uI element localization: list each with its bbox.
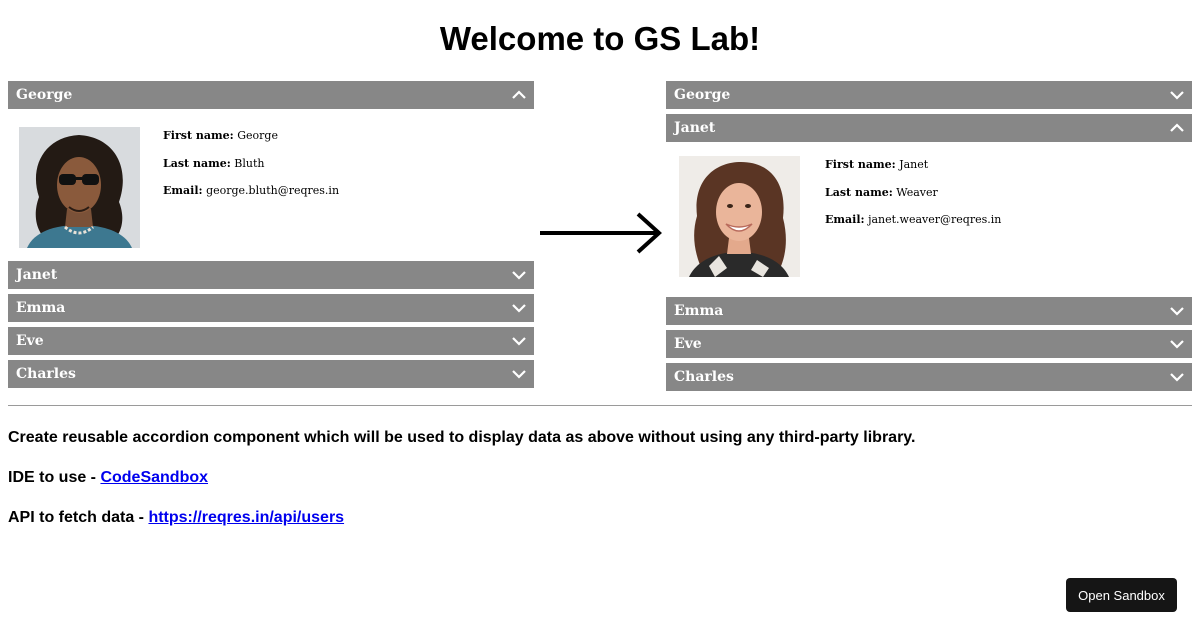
- email-value: george.bluth@reqres.in: [206, 184, 340, 197]
- email-label: Email:: [163, 184, 203, 197]
- accordion-header-label: Janet: [16, 267, 58, 283]
- accordion-header-emma[interactable]: Emma: [8, 294, 534, 322]
- first-name-row: First name: Janet: [825, 158, 1001, 186]
- codesandbox-link[interactable]: CodeSandbox: [100, 469, 208, 486]
- chevron-down-icon: [512, 304, 526, 313]
- avatar: [679, 156, 800, 277]
- user-details: First name: Janet Last name: Weaver Emai…: [825, 158, 1001, 241]
- accordion-header-janet[interactable]: Janet: [8, 261, 534, 289]
- accordion-panel-george: First name: George Last name: Bluth Emai…: [8, 109, 534, 261]
- last-name-label: Last name:: [825, 185, 893, 199]
- accordion-header-george[interactable]: George: [666, 81, 1192, 109]
- email-row: Email: george.bluth@reqres.in: [163, 184, 339, 212]
- ide-line: IDE to use - CodeSandbox: [8, 468, 915, 488]
- accordion-header-label: Eve: [674, 336, 702, 352]
- divider: [8, 405, 1192, 406]
- chevron-down-icon: [1170, 91, 1184, 100]
- accordion-header-janet[interactable]: Janet: [666, 114, 1192, 142]
- chevron-down-icon: [1170, 307, 1184, 316]
- arrow-right-icon: [540, 212, 662, 254]
- chevron-up-icon: [1170, 123, 1184, 132]
- first-name-label: First name:: [163, 129, 234, 142]
- last-name-row: Last name: Weaver: [825, 186, 1001, 214]
- email-row: Email: janet.weaver@reqres.in: [825, 213, 1001, 241]
- avatar: [19, 127, 140, 248]
- api-prefix: API to fetch data -: [8, 509, 149, 526]
- accordion-header-label: George: [674, 87, 731, 103]
- last-name-row: Last name: Bluth: [163, 157, 339, 185]
- chevron-down-icon: [1170, 373, 1184, 382]
- accordion-header-charles[interactable]: Charles: [8, 360, 534, 388]
- chevron-down-icon: [512, 370, 526, 379]
- chevron-down-icon: [512, 337, 526, 346]
- first-name-row: First name: George: [163, 129, 339, 157]
- accordion-header-charles[interactable]: Charles: [666, 363, 1192, 391]
- email-label: Email:: [825, 213, 865, 226]
- last-name-value: Bluth: [234, 156, 265, 170]
- last-name-value: Weaver: [896, 185, 938, 199]
- accordion-header-eve[interactable]: Eve: [8, 327, 534, 355]
- accordion-header-label: Eve: [16, 333, 44, 349]
- accordion-left: George First name: George Last name: Blu…: [8, 81, 534, 393]
- first-name-label: First name:: [825, 158, 896, 171]
- accordion-right: George Janet First name: Janet Last name…: [666, 81, 1192, 396]
- accordion-header-label: George: [16, 87, 73, 103]
- api-link[interactable]: https://reqres.in/api/users: [148, 509, 344, 526]
- accordion-header-label: Emma: [16, 300, 66, 316]
- task-description: Create reusable accordion component whic…: [8, 428, 915, 548]
- chevron-down-icon: [1170, 340, 1184, 349]
- chevron-down-icon: [512, 271, 526, 280]
- ide-prefix: IDE to use -: [8, 469, 101, 486]
- api-line: API to fetch data - https://reqres.in/ap…: [8, 508, 915, 528]
- accordion-header-eve[interactable]: Eve: [666, 330, 1192, 358]
- first-name-value: George: [237, 129, 278, 142]
- accordion-panel-janet: First name: Janet Last name: Weaver Emai…: [666, 142, 1192, 297]
- accordion-header-label: Emma: [674, 303, 724, 319]
- accordion-header-label: Janet: [674, 120, 716, 136]
- first-name-value: Janet: [899, 158, 929, 171]
- accordion-header-label: Charles: [16, 366, 76, 382]
- task-text: Create reusable accordion component whic…: [8, 429, 916, 446]
- last-name-label: Last name:: [163, 156, 231, 170]
- email-value: janet.weaver@reqres.in: [868, 213, 1002, 226]
- chevron-up-icon: [512, 90, 526, 99]
- user-details: First name: George Last name: Bluth Emai…: [163, 129, 339, 212]
- accordion-header-emma[interactable]: Emma: [666, 297, 1192, 325]
- accordion-header-george[interactable]: George: [8, 81, 534, 109]
- accordion-header-label: Charles: [674, 369, 734, 385]
- page-title: Welcome to GS Lab!: [439, 20, 761, 57]
- open-sandbox-button[interactable]: Open Sandbox: [1066, 578, 1177, 612]
